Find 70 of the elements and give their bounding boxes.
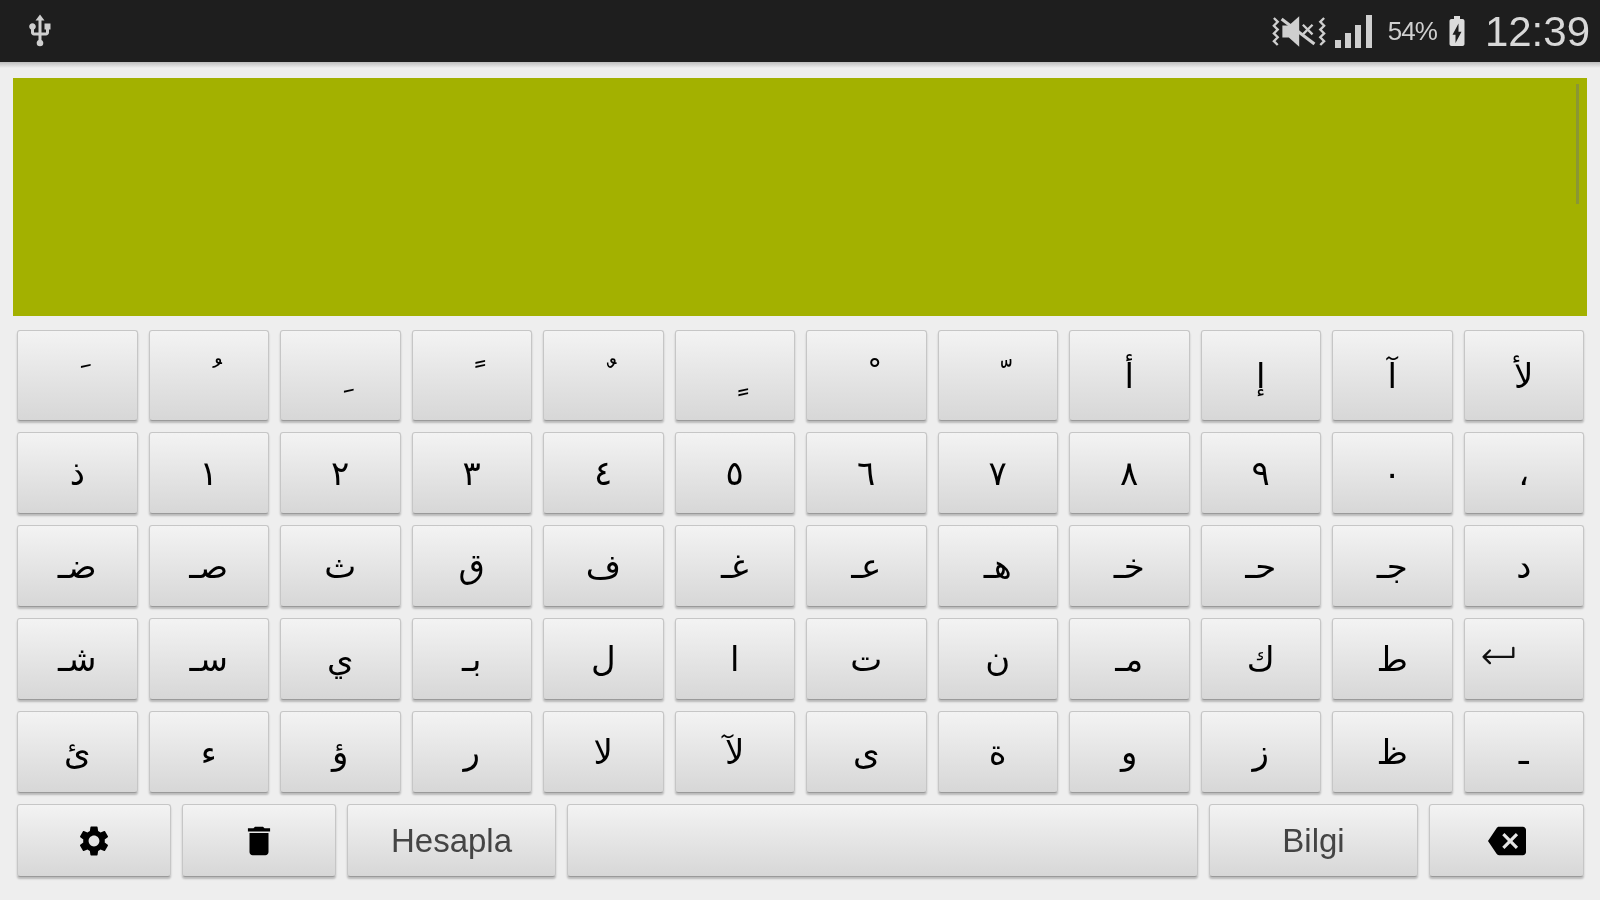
keyboard-key[interactable]: جـ	[1332, 525, 1453, 607]
keyboard-key[interactable]: ً	[411, 330, 532, 421]
keyboard-key[interactable]: ٠	[1332, 432, 1453, 514]
keyboard-key[interactable]: ى	[806, 711, 927, 793]
keyboard-key[interactable]: ٍ	[674, 330, 795, 421]
clock: 12:39	[1484, 6, 1590, 57]
keyboard-key[interactable]: َ	[17, 330, 138, 421]
keyboard-key[interactable]: مـ	[1069, 618, 1190, 700]
text-button[interactable]: Bilgi	[1209, 804, 1418, 877]
keyboard-key[interactable]: ٥	[674, 432, 795, 514]
keyboard-key[interactable]: ٢	[280, 432, 401, 514]
keyboard-key[interactable]: ٤	[543, 432, 664, 514]
keyboard-key[interactable]: ذ	[17, 432, 138, 514]
keyboard-key[interactable]: ن	[937, 618, 1058, 700]
keyboard-key[interactable]: عـ	[806, 525, 927, 607]
keyboard-key[interactable]: بـ	[411, 618, 532, 700]
keyboard-key[interactable]: ـ	[1463, 711, 1584, 793]
keyboard-key[interactable]: إ	[1200, 330, 1321, 421]
keyboard-key[interactable]: ة	[937, 711, 1058, 793]
keyboard-key[interactable]: ٧	[937, 432, 1058, 514]
keyboard-key[interactable]: ث	[280, 525, 401, 607]
keyboard-key[interactable]: شـ	[17, 618, 138, 700]
settings-button[interactable]	[17, 804, 171, 877]
keyboard-key[interactable]: لا	[543, 711, 664, 793]
keyboard-key[interactable]: ْ	[806, 330, 927, 421]
keyboard-key[interactable]: ٩	[1200, 432, 1321, 514]
keyboard-key[interactable]: ١	[148, 432, 269, 514]
keyboard-key[interactable]: ٨	[1069, 432, 1190, 514]
keyboard-key[interactable]: أ	[1069, 330, 1190, 421]
keyboard-key[interactable]: ِ	[280, 330, 401, 421]
keyboard-key[interactable]: ط	[1332, 618, 1453, 700]
keyboard-key[interactable]: صـ	[148, 525, 269, 607]
keyboard-key[interactable]: ل	[543, 618, 664, 700]
keyboard-key[interactable]: ر	[411, 711, 532, 793]
keyboard-key[interactable]: ئ	[17, 711, 138, 793]
keyboard-key[interactable]: ا	[674, 618, 795, 700]
keyboard-key[interactable]: ٌ	[543, 330, 664, 421]
keyboard-key[interactable]: ء	[148, 711, 269, 793]
keyboard-key[interactable]: و	[1069, 711, 1190, 793]
keyboard-key[interactable]: ٣	[411, 432, 532, 514]
keyboard-key[interactable]: ت	[806, 618, 927, 700]
keyboard-key[interactable]: ظ	[1332, 711, 1453, 793]
keyboard-key[interactable]: د	[1463, 525, 1584, 607]
keyboard-key[interactable]: ُ	[148, 330, 269, 421]
keyboard-key[interactable]: هـ	[937, 525, 1058, 607]
keyboard-key[interactable]: ٦	[806, 432, 927, 514]
keyboard-key[interactable]: حـ	[1200, 525, 1321, 607]
return-arrow-icon	[1479, 645, 1516, 665]
keyboard-key[interactable]: ز	[1200, 711, 1321, 793]
keyboard-key[interactable]: ّ	[937, 330, 1058, 421]
mute-icon	[1269, 14, 1328, 48]
text-button[interactable]: Hesapla	[347, 804, 556, 877]
keyboard-key[interactable]: ضـ	[17, 525, 138, 607]
clear-button[interactable]	[182, 804, 336, 877]
signal-icon	[1333, 14, 1374, 48]
keyboard-key[interactable]: ي	[280, 618, 401, 700]
keyboard-key[interactable]: ف	[543, 525, 664, 607]
keyboard-key[interactable]: ،	[1463, 432, 1584, 514]
keyboard-key[interactable]: سـ	[148, 618, 269, 700]
backspace-button[interactable]	[1429, 804, 1584, 877]
keyboard-key[interactable]: ؤ	[280, 711, 401, 793]
keyboard-key[interactable]: خـ	[1069, 525, 1190, 607]
keyboard-key[interactable]: ك	[1200, 618, 1321, 700]
keyboard-key[interactable]: لأ	[1463, 330, 1584, 421]
battery-percent: 54%	[1387, 14, 1437, 48]
keyboard-key[interactable]: آ	[1332, 330, 1453, 421]
keyboard-key[interactable]: لآ	[674, 711, 795, 793]
keyboard-key[interactable]: ق	[411, 525, 532, 607]
display-field[interactable]	[13, 78, 1587, 316]
keyboard-key[interactable]: غـ	[674, 525, 795, 607]
